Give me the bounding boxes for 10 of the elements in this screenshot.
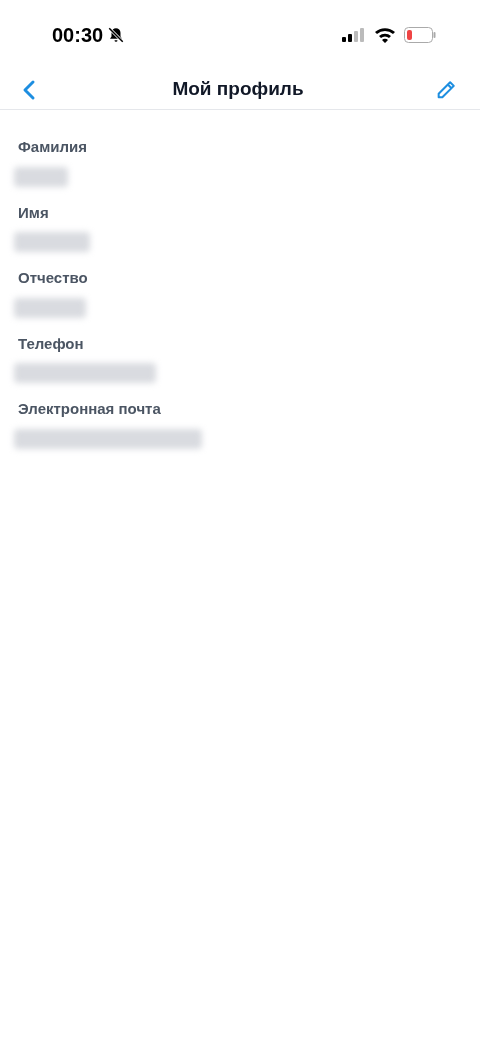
field-label: Телефон <box>18 333 85 354</box>
status-time: 00:30 <box>52 23 104 48</box>
signal-icon <box>342 27 366 43</box>
wifi-icon <box>374 27 396 43</box>
battery-icon <box>404 27 436 43</box>
field-label: Фамилия <box>18 137 88 157</box>
field-label: Имя <box>18 202 50 223</box>
field-label: Электронная почта <box>18 399 162 419</box>
page-title: Мой профиль <box>172 77 304 102</box>
field-label: Отчество <box>18 268 89 288</box>
